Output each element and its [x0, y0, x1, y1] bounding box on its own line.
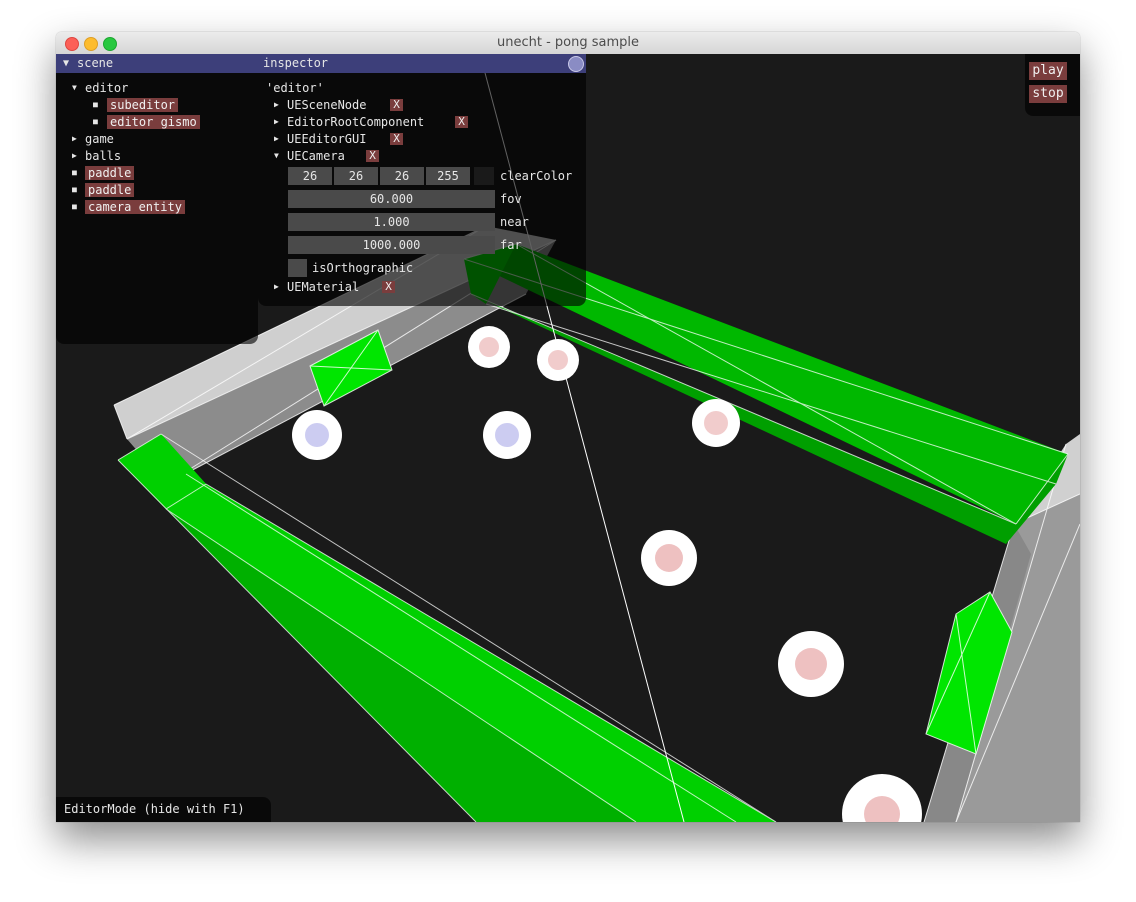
far-field[interactable]: 1000.000 — [288, 236, 495, 254]
bullet-icon: ■ — [93, 117, 98, 126]
expanded-arrow-icon[interactable]: ▼ — [72, 80, 77, 96]
window-title: unecht - pong sample — [496, 35, 639, 50]
tree-item-camera-entity[interactable]: ■ camera entity — [72, 199, 252, 215]
inspector-panel-header[interactable]: inspector — [258, 54, 586, 73]
scene-panel-header[interactable]: ▼ scene — [56, 54, 258, 73]
tree-item-paddle[interactable]: ■ paddle — [72, 165, 222, 181]
remove-component-button[interactable]: X — [455, 116, 468, 128]
remove-component-button[interactable]: X — [390, 99, 403, 111]
play-button[interactable]: play — [1029, 62, 1067, 80]
scene-panel-title: scene — [77, 56, 114, 70]
collapsed-arrow-icon[interactable]: ▶ — [274, 279, 279, 295]
stop-button[interactable]: stop — [1029, 85, 1067, 103]
editor-mode-status: EditorMode (hide with F1) — [56, 797, 271, 822]
component-ue-camera[interactable]: ▼ UECamera X — [274, 148, 574, 164]
collapsed-arrow-icon[interactable]: ▶ — [274, 131, 279, 147]
app-window: unecht - pong sample ▼ scene ▼ editor ■ … — [56, 32, 1080, 822]
scene-panel: ▼ scene ▼ editor ■ subeditor ■ editor gi… — [56, 54, 258, 344]
clear-color-g-field[interactable]: 26 — [334, 167, 378, 185]
is-orthographic-label: isOrthographic — [312, 261, 414, 275]
3d-viewport[interactable]: ▼ scene ▼ editor ■ subeditor ■ editor gi… — [56, 54, 1080, 822]
title-bar[interactable]: unecht - pong sample — [56, 32, 1080, 55]
bullet-icon: ■ — [72, 185, 77, 194]
collapsed-arrow-icon[interactable]: ▶ — [72, 131, 77, 147]
collapsed-arrow-icon[interactable]: ▶ — [72, 148, 77, 164]
component-ue-material[interactable]: ▶ UEMaterial X — [274, 279, 574, 295]
tree-item-subeditor[interactable]: ■ subeditor — [93, 97, 243, 113]
bullet-icon: ■ — [72, 168, 77, 177]
collapsed-arrow-icon[interactable]: ▶ — [274, 97, 279, 113]
expanded-arrow-icon[interactable]: ▼ — [274, 148, 279, 164]
component-editor-root[interactable]: ▶ EditorRootComponent X — [274, 114, 574, 130]
tree-item-editor-gismo[interactable]: ■ editor gismo — [93, 114, 253, 130]
close-panel-icon[interactable] — [568, 56, 584, 72]
clear-color-a-field[interactable]: 255 — [426, 167, 470, 185]
component-ue-editor-gui[interactable]: ▶ UEEditorGUI X — [274, 131, 574, 147]
near-field[interactable]: 1.000 — [288, 213, 495, 231]
clear-color-b-field[interactable]: 26 — [380, 167, 424, 185]
entity-name: 'editor' — [266, 81, 324, 95]
component-ue-scene-node[interactable]: ▶ UESceneNode X — [274, 97, 574, 113]
bullet-icon: ■ — [93, 100, 98, 109]
collapse-arrow-icon[interactable]: ▼ — [63, 54, 69, 73]
remove-component-button[interactable]: X — [366, 150, 379, 162]
is-orthographic-checkbox[interactable] — [288, 259, 307, 277]
remove-component-button[interactable]: X — [382, 281, 395, 293]
near-label: near — [500, 215, 529, 229]
clear-color-label: clearColor — [500, 169, 573, 183]
tree-item-paddle[interactable]: ■ paddle — [72, 182, 222, 198]
remove-component-button[interactable]: X — [390, 133, 403, 145]
playback-panel: play stop — [1025, 54, 1080, 116]
fov-field[interactable]: 60.000 — [288, 190, 495, 208]
collapsed-arrow-icon[interactable]: ▶ — [274, 114, 279, 130]
bullet-icon: ■ — [72, 202, 77, 211]
far-label: far — [500, 238, 522, 252]
fov-label: fov — [500, 192, 522, 206]
inspector-panel-title: inspector — [263, 56, 329, 70]
clear-color-swatch[interactable] — [474, 167, 494, 185]
clear-color-r-field[interactable]: 26 — [288, 167, 332, 185]
inspector-panel: inspector 'editor' ▶ UESceneNode X ▶ Edi… — [258, 54, 586, 306]
